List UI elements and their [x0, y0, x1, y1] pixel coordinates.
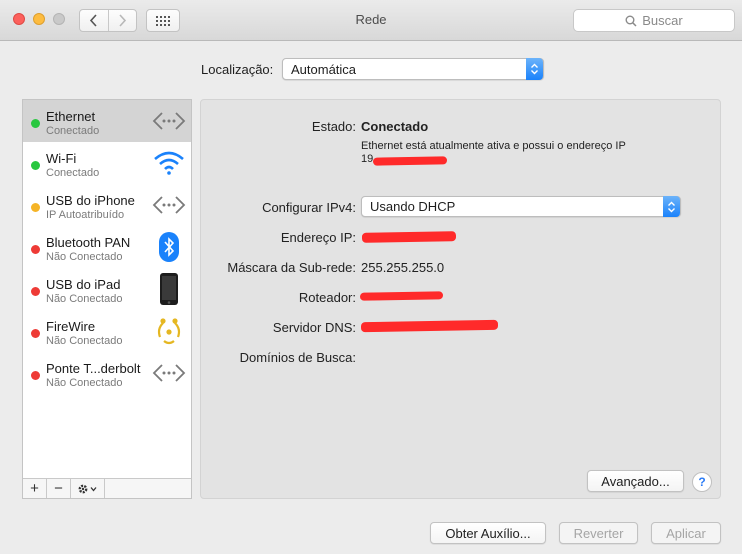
- router-label: Roteador:: [298, 290, 356, 305]
- redaction-mark: [361, 231, 457, 243]
- status-dot: [31, 287, 40, 296]
- service-name: Wi-Fi: [46, 151, 77, 166]
- service-name: USB do iPad: [46, 277, 121, 292]
- service-item-ethernet[interactable]: Ethernet Conectado: [23, 100, 191, 142]
- ethernet-icon: [151, 357, 187, 389]
- service-status: Conectado: [46, 125, 100, 137]
- assist-me-button[interactable]: Obter Auxílio...: [430, 522, 546, 544]
- ip-address-label: Endereço IP:: [280, 230, 356, 245]
- service-item-bluetooth-pan[interactable]: Bluetooth PAN Não Conectado: [23, 226, 191, 268]
- configure-ipv4-popup[interactable]: Usando DHCP: [361, 196, 681, 217]
- status-ip-prefix: 19: [361, 153, 374, 165]
- service-name: FireWire: [46, 319, 96, 334]
- search-field[interactable]: Buscar: [573, 9, 735, 32]
- status-label: Estado:: [311, 119, 356, 134]
- service-name: Ponte T...derbolt: [46, 361, 141, 376]
- help-button[interactable]: ?: [692, 472, 712, 492]
- redaction-mark: [359, 291, 444, 301]
- service-item-usb-ipad[interactable]: USB do iPad Não Conectado: [23, 268, 191, 310]
- dns-server-label: Servidor DNS:: [272, 320, 356, 335]
- service-list-controls: + −: [23, 478, 191, 498]
- location-value: Automática: [291, 61, 357, 77]
- service-status: Conectado: [46, 167, 100, 179]
- service-name: Ethernet: [46, 109, 96, 124]
- status-dot: [31, 371, 40, 380]
- status-description: Ethernet está atualmente ativa e possui …: [361, 140, 626, 152]
- location-popup[interactable]: Automática: [282, 58, 544, 80]
- service-status: Não Conectado: [46, 293, 123, 305]
- service-status: Não Conectado: [46, 251, 123, 263]
- service-name: Bluetooth PAN: [46, 235, 131, 250]
- firewire-icon: [151, 315, 187, 347]
- search-placeholder: Buscar: [642, 13, 683, 28]
- configure-ipv4-value: Usando DHCP: [370, 199, 456, 214]
- subnet-mask-label: Máscara da Sub-rede:: [227, 260, 356, 275]
- service-item-usb-iphone[interactable]: USB do iPhone IP Autoatribuído: [23, 184, 191, 226]
- status-dot: [31, 245, 40, 254]
- service-name: USB do iPhone: [46, 193, 135, 208]
- remove-service-button[interactable]: −: [47, 479, 71, 498]
- window-titlebar: Rede Buscar: [0, 0, 742, 41]
- configure-ipv4-label: Configurar IPv4:: [262, 200, 356, 215]
- service-item-firewire[interactable]: FireWire Não Conectado: [23, 310, 191, 352]
- service-item-wifi[interactable]: Wi-Fi Conectado: [23, 142, 191, 184]
- search-icon: [625, 15, 637, 27]
- search-domains-label: Domínios de Busca:: [239, 350, 356, 365]
- apply-button[interactable]: Aplicar: [651, 522, 721, 544]
- status-dot: [31, 119, 40, 128]
- popup-stepper-icon: [663, 196, 680, 217]
- advanced-button[interactable]: Avançado...: [587, 470, 684, 492]
- ethernet-icon: [151, 189, 187, 221]
- ethernet-icon: [151, 105, 187, 137]
- ipad-icon: [151, 273, 187, 305]
- service-status: IP Autoatribuído: [46, 209, 125, 221]
- detail-panel: [200, 99, 721, 499]
- status-dot: [31, 329, 40, 338]
- subnet-mask-value: 255.255.255.0: [361, 260, 445, 275]
- service-status: Não Conectado: [46, 377, 123, 389]
- service-status: Não Conectado: [46, 335, 123, 347]
- status-dot: [31, 161, 40, 170]
- service-item-thunderbolt-bridge[interactable]: Ponte T...derbolt Não Conectado: [23, 352, 191, 394]
- location-label: Localização:: [201, 62, 274, 77]
- popup-stepper-icon: [526, 58, 543, 80]
- add-service-button[interactable]: +: [23, 479, 47, 498]
- service-actions-button[interactable]: [71, 479, 105, 498]
- status-value: Conectado: [361, 119, 429, 134]
- status-dot: [31, 203, 40, 212]
- gear-icon: [78, 484, 96, 493]
- revert-button[interactable]: Reverter: [559, 522, 638, 544]
- redaction-mark: [372, 156, 448, 166]
- wifi-icon: [151, 147, 187, 179]
- bluetooth-icon: [151, 231, 187, 263]
- service-list: Ethernet Conectado Wi-Fi Conectado USB d…: [22, 99, 192, 499]
